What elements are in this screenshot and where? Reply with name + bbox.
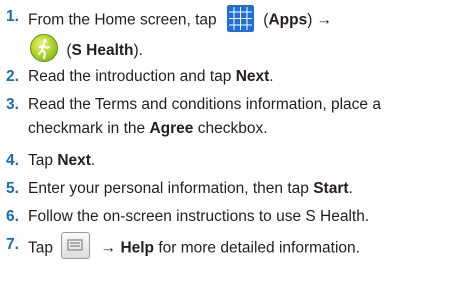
agree-label: Agree <box>149 120 194 137</box>
menu-key-icon <box>61 232 91 259</box>
step-3: 3. Read the Terms and conditions informa… <box>0 95 449 145</box>
step-4: 4. Tap Next. <box>0 151 449 173</box>
step-text: checkmark in the <box>28 120 150 137</box>
step-number: 6. <box>6 208 19 225</box>
apps-grid-icon <box>226 5 254 32</box>
step-1: 1. From the Home screen, tap (Apps) → (S… <box>0 5 449 67</box>
step-text: Follow the on-screen instructions to use… <box>28 208 370 225</box>
step-5: 5. Enter your personal information, then… <box>0 179 449 201</box>
step-text: Read the Terms and conditions informatio… <box>28 96 381 113</box>
step-text: Tap <box>28 239 53 257</box>
help-label: Help <box>120 239 155 257</box>
step-text: Enter your personal information, then ta… <box>28 180 314 197</box>
step-text: . <box>269 68 274 85</box>
s-health-icon <box>30 34 58 62</box>
step-text: From the Home screen, tap <box>28 11 217 29</box>
step-number: 4. <box>6 152 19 169</box>
step-number: 3. <box>6 96 19 113</box>
step-number: 1. <box>6 8 19 25</box>
instruction-list: 1. From the Home screen, tap (Apps) → (S… <box>0 0 449 284</box>
step-number: 7. <box>6 236 19 253</box>
step-text: . <box>348 180 353 197</box>
s-health-label: S Health <box>71 42 134 60</box>
start-label: Start <box>313 180 349 197</box>
step-7: 7. Tap → Help for more detailed informat… <box>0 232 449 269</box>
step-text: ). <box>133 42 143 60</box>
step-text: → <box>100 239 121 257</box>
step-text: Read the introduction and tap <box>28 68 236 85</box>
running-figure-icon <box>38 39 50 59</box>
step-text: checkbox. <box>193 120 268 137</box>
step-6: 6. Follow the on-screen instructions to … <box>0 207 449 229</box>
step-text: for more detailed information. <box>154 239 360 257</box>
step-number: 2. <box>6 68 19 85</box>
next-label: Next <box>235 68 270 85</box>
step-text: ) → <box>307 11 333 29</box>
next-label: Next <box>57 152 91 169</box>
step-2: 2. Read the introduction and tap Next. <box>0 67 449 89</box>
step-text: . <box>90 152 96 169</box>
apps-label: Apps <box>268 11 308 29</box>
menu-lines-icon <box>67 239 83 251</box>
step-number: 5. <box>6 180 19 197</box>
step-text: Tap <box>28 152 58 169</box>
